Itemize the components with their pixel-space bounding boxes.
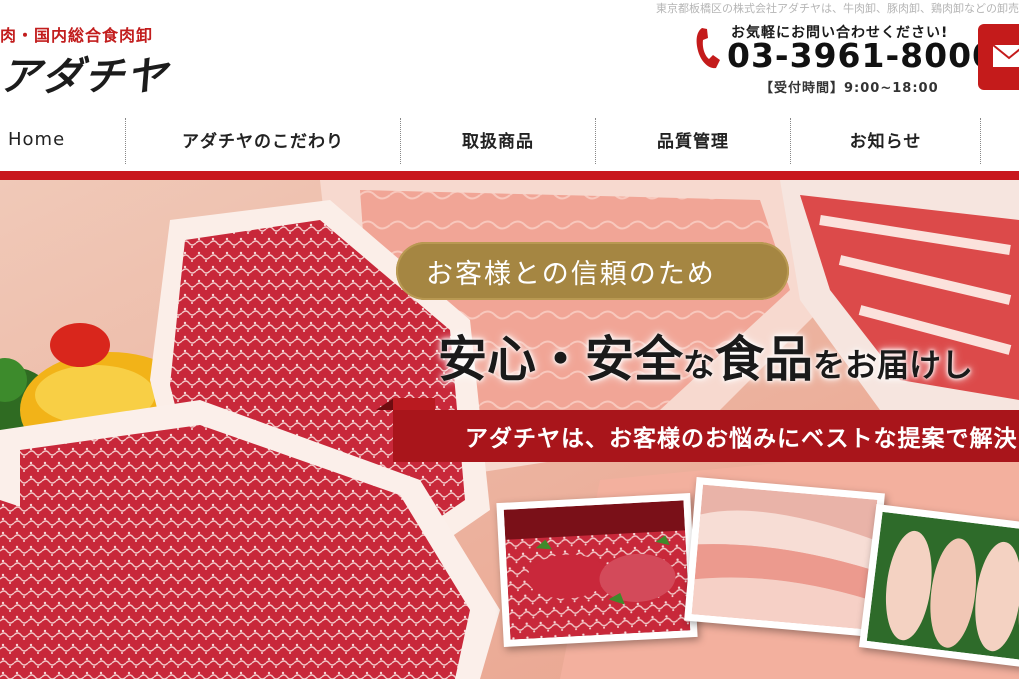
headline-part-3: 食品 [715, 331, 814, 388]
ribbon-fold [376, 398, 394, 410]
mail-icon [992, 44, 1019, 67]
phone-icon [696, 28, 720, 69]
hero-headline: 安心・安全な食品をお届けし [438, 320, 973, 391]
site-logo[interactable]: アダチヤ [0, 44, 171, 102]
headline-part-1: 安心・安全 [438, 331, 684, 388]
beef-plate-photo [496, 493, 698, 647]
nav-item-kodawari[interactable]: アダチヤのこだわり [126, 110, 400, 168]
nav-divider [980, 118, 981, 164]
business-hours: 【受付時間】9:00~18:00 [760, 81, 939, 96]
logo-tagline: 肉・国内総合食肉卸 [0, 26, 154, 45]
contact-block: お気軽にお問い合わせください! 03-3961-8000 【受付時間】9:00~… [694, 20, 995, 96]
hero-pill-label: お客様との信頼のため [396, 242, 789, 300]
mail-contact-button[interactable] [978, 24, 1019, 90]
pork-slices-photo [684, 477, 885, 637]
hero-ribbon: アダチヤは、お客様のお悩みにベストな提案で解決し [393, 410, 1019, 462]
nav-bottom-bar [0, 171, 1019, 180]
nav-item-home[interactable]: Home [0, 110, 125, 168]
headline-part-2: な [683, 346, 716, 384]
nav-item-news[interactable]: お知らせ [791, 110, 980, 168]
header-top-note: 東京都板橋区の株式会社アダチヤは、牛肉卸、豚肉卸、鶏肉卸などの卸売 [656, 2, 1019, 15]
hero-banner: お客様との信頼のため 安心・安全な食品をお届けし アダチヤは、お客様のお悩みにベ… [0, 180, 1019, 679]
chicken-photo [858, 504, 1019, 670]
nav-item-products[interactable]: 取扱商品 [401, 110, 595, 168]
nav-item-quality[interactable]: 品質管理 [596, 110, 790, 168]
headline-part-4: をお届けし [813, 346, 974, 384]
phone-number[interactable]: 03-3961-8000 [727, 36, 996, 75]
main-nav: Home アダチヤのこだわり 取扱商品 品質管理 お知らせ [0, 110, 1019, 172]
